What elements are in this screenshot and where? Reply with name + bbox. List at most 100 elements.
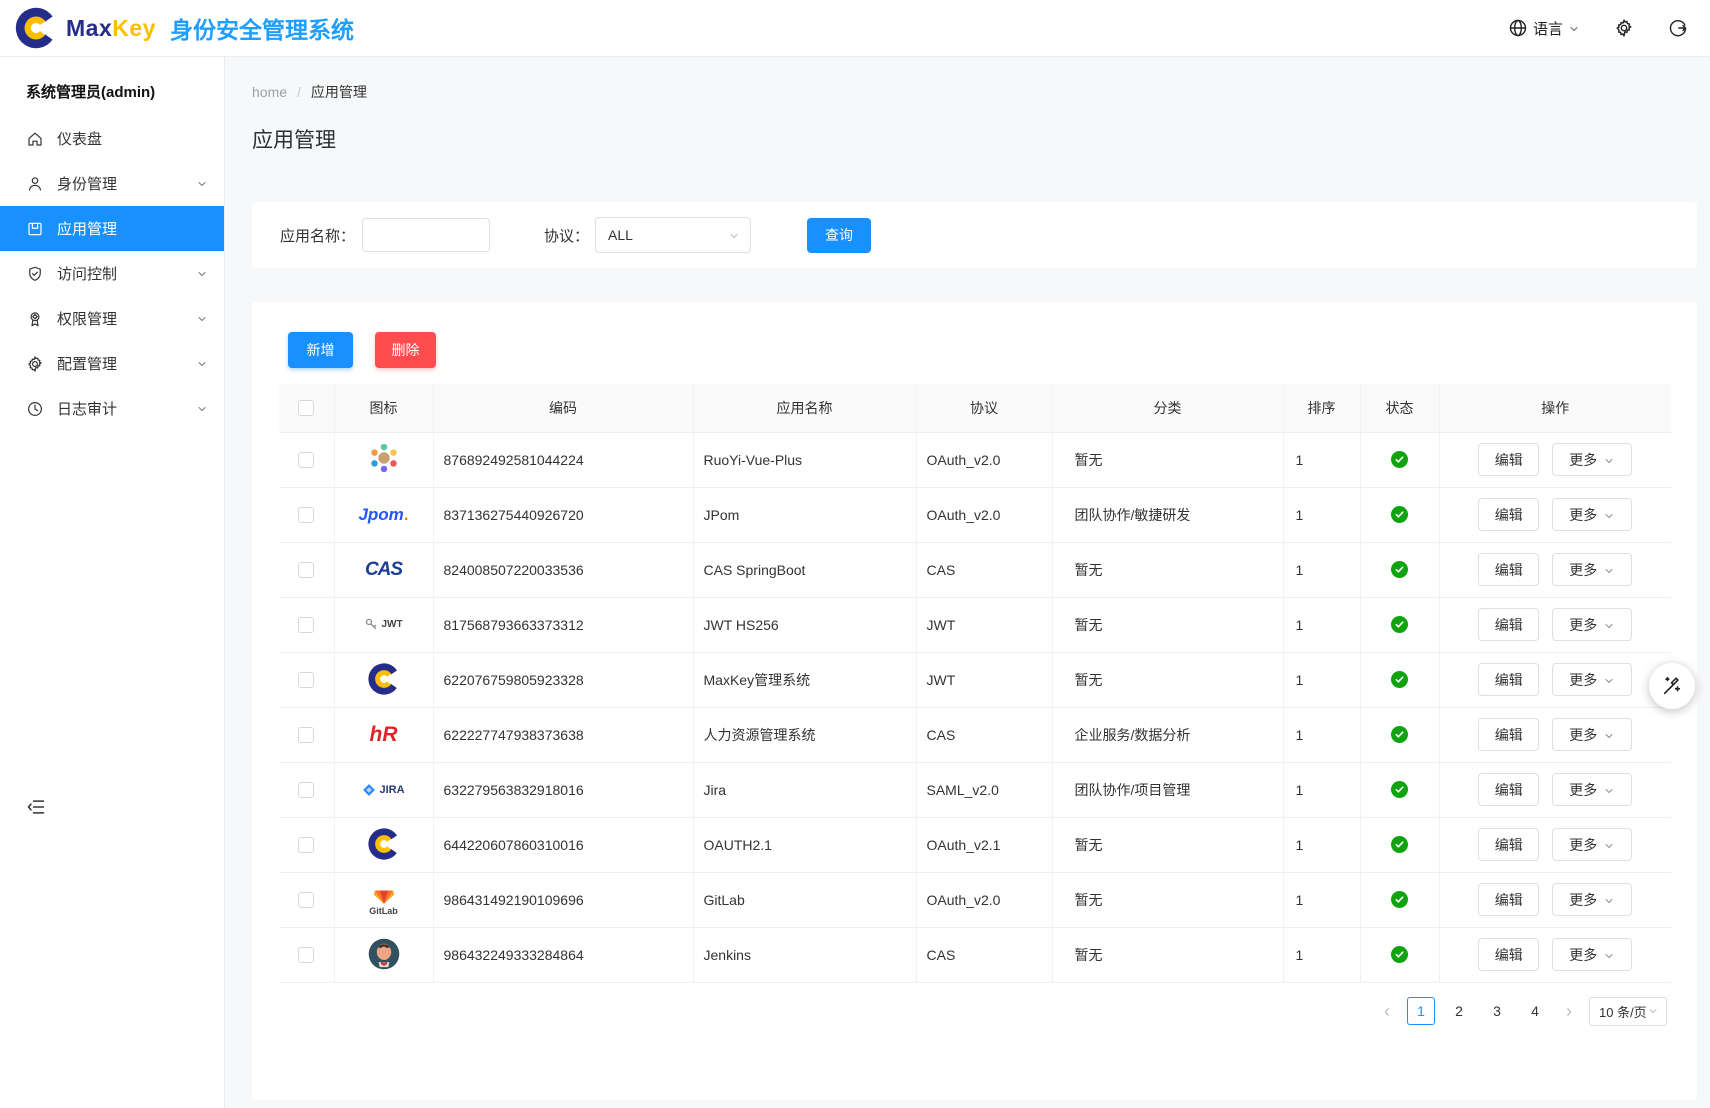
page-number-4[interactable]: 4 — [1521, 997, 1549, 1025]
row-checkbox[interactable] — [298, 672, 314, 688]
status-enabled-icon — [1391, 836, 1408, 853]
product-title: 身份安全管理系统 — [170, 11, 354, 45]
chevron-down-icon — [1603, 619, 1615, 631]
app-code: 986431492190109696 — [433, 872, 693, 927]
current-user-label: 系统管理员(admin) — [0, 57, 224, 112]
app-category: 暂无 — [1052, 817, 1283, 872]
more-button[interactable]: 更多 — [1552, 938, 1632, 971]
sidebar-item-dashboard[interactable]: 仪表盘 — [0, 116, 224, 161]
edit-button[interactable]: 编辑 — [1478, 443, 1539, 476]
search-button[interactable]: 查询 — [807, 218, 871, 253]
chevron-down-icon — [1603, 839, 1615, 851]
app-name: Jira — [693, 762, 916, 817]
language-switch[interactable]: 语言 — [1508, 18, 1580, 39]
sidebar-item-permission[interactable]: 权限管理 — [0, 296, 224, 341]
more-button[interactable]: 更多 — [1552, 608, 1632, 641]
page-size-select[interactable]: 10 条/页 — [1589, 997, 1667, 1026]
column-header: 操作 — [1439, 384, 1671, 432]
chevron-down-icon — [1603, 564, 1615, 576]
config-icon — [26, 355, 44, 373]
breadcrumb-home-link[interactable]: home — [252, 84, 287, 100]
row-checkbox[interactable] — [298, 837, 314, 853]
app-protocol: OAuth_v2.1 — [916, 817, 1052, 872]
edit-button[interactable]: 编辑 — [1478, 608, 1539, 641]
chevron-down-icon — [196, 178, 208, 190]
sidebar-item-access[interactable]: 访问控制 — [0, 251, 224, 296]
sidebar-collapse-button[interactable] — [26, 797, 46, 822]
more-button[interactable]: 更多 — [1552, 553, 1632, 586]
floating-tool-button[interactable] — [1649, 663, 1695, 709]
chevron-down-icon — [1603, 784, 1615, 796]
app-name: Jenkins — [693, 927, 916, 982]
column-header: 编码 — [433, 384, 693, 432]
row-checkbox[interactable] — [298, 892, 314, 908]
pagination: ‹ 1234 › 10 条/页 — [279, 997, 1671, 1026]
more-label: 更多 — [1569, 725, 1597, 745]
edit-button[interactable]: 编辑 — [1478, 498, 1539, 531]
topbar-actions: 语言 — [1508, 18, 1688, 39]
sidebar-item-config[interactable]: 配置管理 — [0, 341, 224, 386]
logout-button[interactable] — [1668, 18, 1688, 38]
app-name: CAS SpringBoot — [693, 542, 916, 597]
edit-button[interactable]: 编辑 — [1478, 828, 1539, 861]
more-button[interactable]: 更多 — [1552, 443, 1632, 476]
app-name: 人力资源管理系统 — [693, 707, 916, 762]
row-checkbox[interactable] — [298, 947, 314, 963]
column-header: 协议 — [916, 384, 1052, 432]
app-code: 632279563832918016 — [433, 762, 693, 817]
table-row: GitLab986431492190109696GitLabOAuth_v2.0… — [279, 872, 1671, 927]
app-category: 暂无 — [1052, 542, 1283, 597]
table-body: 876892492581044224RuoYi-Vue-PlusOAuth_v2… — [279, 432, 1671, 982]
row-checkbox[interactable] — [298, 452, 314, 468]
row-checkbox[interactable] — [298, 782, 314, 798]
page-number-1[interactable]: 1 — [1407, 997, 1435, 1025]
next-page-button[interactable]: › — [1559, 1001, 1579, 1022]
edit-button[interactable]: 编辑 — [1478, 938, 1539, 971]
hr-logo: hR — [370, 716, 398, 754]
select-all-checkbox[interactable] — [298, 400, 314, 416]
more-button[interactable]: 更多 — [1552, 718, 1632, 751]
more-button[interactable]: 更多 — [1552, 883, 1632, 916]
chevron-down-icon — [196, 313, 208, 325]
status-enabled-icon — [1391, 561, 1408, 578]
breadcrumb-current: 应用管理 — [311, 82, 367, 102]
edit-button[interactable]: 编辑 — [1478, 773, 1539, 806]
settings-gear-button[interactable] — [1614, 18, 1634, 38]
status-enabled-icon — [1391, 781, 1408, 798]
more-button[interactable]: 更多 — [1552, 498, 1632, 531]
edit-button[interactable]: 编辑 — [1478, 883, 1539, 916]
edit-button[interactable]: 编辑 — [1478, 553, 1539, 586]
page-number-2[interactable]: 2 — [1445, 997, 1473, 1025]
app-code: 622227747938373638 — [433, 707, 693, 762]
chevron-down-icon — [1603, 894, 1615, 906]
more-button[interactable]: 更多 — [1552, 773, 1632, 806]
app-code: 876892492581044224 — [433, 432, 693, 487]
protocol-select[interactable]: ALL — [595, 217, 751, 253]
app-category: 团队协作/项目管理 — [1052, 762, 1283, 817]
brand-name: MaxKey — [66, 15, 156, 42]
chevron-down-icon — [1647, 1005, 1659, 1017]
row-checkbox[interactable] — [298, 617, 314, 633]
chevron-down-icon — [196, 358, 208, 370]
edit-button[interactable]: 编辑 — [1478, 718, 1539, 751]
more-button[interactable]: 更多 — [1552, 663, 1632, 696]
edit-button[interactable]: 编辑 — [1478, 663, 1539, 696]
chevron-down-icon — [1568, 22, 1580, 34]
prev-page-button[interactable]: ‹ — [1377, 1001, 1397, 1022]
app-name-input[interactable] — [362, 218, 490, 252]
top-bar: MaxKey 身份安全管理系统 语言 — [0, 0, 1710, 57]
app-sort: 1 — [1283, 542, 1360, 597]
more-label: 更多 — [1569, 615, 1597, 635]
row-checkbox[interactable] — [298, 562, 314, 578]
sidebar-item-audit[interactable]: 日志审计 — [0, 386, 224, 431]
globe-icon — [1508, 18, 1528, 38]
app-name: GitLab — [693, 872, 916, 927]
page-number-3[interactable]: 3 — [1483, 997, 1511, 1025]
sidebar-item-apps[interactable]: 应用管理 — [0, 206, 224, 251]
row-checkbox[interactable] — [298, 507, 314, 523]
more-button[interactable]: 更多 — [1552, 828, 1632, 861]
delete-button[interactable]: 删除 — [375, 332, 436, 368]
row-checkbox[interactable] — [298, 727, 314, 743]
add-button[interactable]: 新增 — [288, 332, 353, 368]
sidebar-item-identity[interactable]: 身份管理 — [0, 161, 224, 206]
